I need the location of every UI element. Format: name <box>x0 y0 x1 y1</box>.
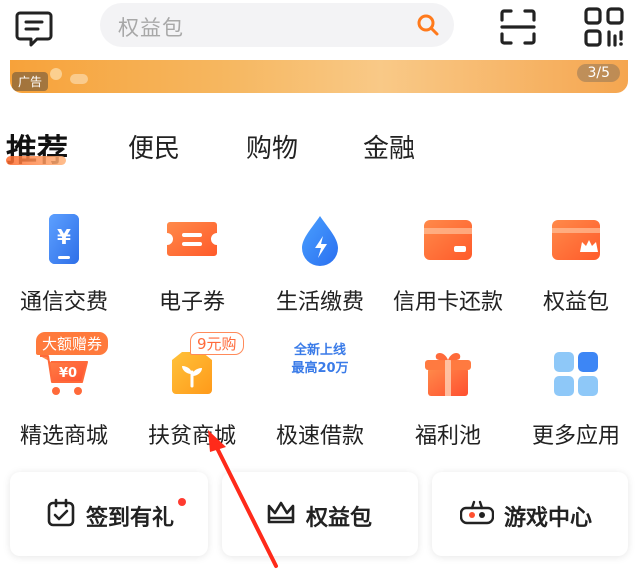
tab-shopping[interactable]: 购物 <box>246 128 298 165</box>
grid-item-benefit-pack[interactable]: 权益包 <box>512 212 640 322</box>
svg-text:¥: ¥ <box>57 225 71 249</box>
banner-page-indicator: 3/5 <box>577 64 620 82</box>
grid-item-label: 权益包 <box>542 290 609 315</box>
card-label: 权益包 <box>306 506 373 531</box>
coupon-icon <box>167 222 217 256</box>
search-placeholder[interactable]: 权益包 <box>118 12 184 42</box>
tab-convenience[interactable]: 便民 <box>128 128 180 165</box>
search-icon[interactable] <box>416 13 440 37</box>
loan-promo-line1: 全新上线 <box>293 343 346 358</box>
loan-promo: 全新上线 最高20万 <box>280 342 360 378</box>
crown-icon <box>267 501 295 524</box>
top-bar: 权益包 <box>0 0 642 58</box>
gift-box-icon <box>425 353 471 396</box>
grid-item-poverty-relief-mall[interactable]: 9元购 扶贫商城 <box>128 332 256 456</box>
grid-item-label: 电子券 <box>158 290 225 315</box>
message-icon[interactable] <box>14 8 54 48</box>
game-controller-icon <box>460 500 494 525</box>
payment-code-icon[interactable] <box>582 5 626 49</box>
grid-item-label: 精选商城 <box>19 424 108 449</box>
credit-card-icon <box>424 220 472 260</box>
ad-tag: 广告 <box>12 72 49 91</box>
grid-item-selected-mall[interactable]: ¥0 大额赠券 精选商城 <box>0 332 128 456</box>
promo-badge: 9元购 <box>190 332 244 355</box>
banner-decoration <box>70 74 88 84</box>
grid-item-label: 信用卡还款 <box>392 290 503 315</box>
grid-item-welfare-pool[interactable]: 福利池 <box>384 346 512 456</box>
card-label: 游戏中心 <box>504 506 593 531</box>
card-checkin-reward[interactable]: 签到有礼 <box>10 472 208 556</box>
grid-item-label: 极速借款 <box>275 424 364 449</box>
active-tab-underline <box>6 156 66 165</box>
search-bar[interactable]: 权益包 <box>100 3 454 47</box>
grid-item-more-apps[interactable]: 更多应用 <box>512 346 640 456</box>
banner-decoration <box>50 68 62 80</box>
card-benefit-pack[interactable]: 权益包 <box>222 472 418 556</box>
crown-card-icon <box>552 220 600 260</box>
grid-item-label: 生活缴费 <box>275 290 364 315</box>
grid-item-label: 福利池 <box>414 424 481 449</box>
app-grid-icon <box>554 352 598 396</box>
grid-item-telecom-payment[interactable]: ¥ 通信交费 <box>0 212 128 322</box>
promo-badge: 大额赠券 <box>36 332 109 355</box>
svg-text:¥0: ¥0 <box>59 366 77 381</box>
grid-item-credit-card-repay[interactable]: 信用卡还款 <box>384 212 512 322</box>
calendar-check-icon <box>47 498 75 527</box>
grid-item-label: 更多应用 <box>531 424 620 449</box>
promo-banner[interactable]: 广告 3/5 <box>10 60 628 93</box>
grid-item-label: 通信交费 <box>19 290 108 315</box>
card-game-center[interactable]: 游戏中心 <box>432 472 628 556</box>
tab-finance[interactable]: 金融 <box>363 128 415 165</box>
loan-promo-line2: 最高20万 <box>291 361 349 376</box>
grid-item-fast-loan[interactable]: 全新上线 最高20万 极速借款 <box>256 343 384 456</box>
phone-yen-icon: ¥ <box>49 214 79 264</box>
grid-item-e-coupon[interactable]: 电子券 <box>128 212 256 322</box>
grid-item-label: 扶贫商城 <box>147 424 236 449</box>
water-drop-bolt-icon <box>302 216 338 266</box>
card-label: 签到有礼 <box>86 506 175 531</box>
grid-item-utility-payment[interactable]: 生活缴费 <box>256 212 384 322</box>
notification-dot <box>178 498 186 506</box>
scan-icon[interactable] <box>496 5 540 49</box>
